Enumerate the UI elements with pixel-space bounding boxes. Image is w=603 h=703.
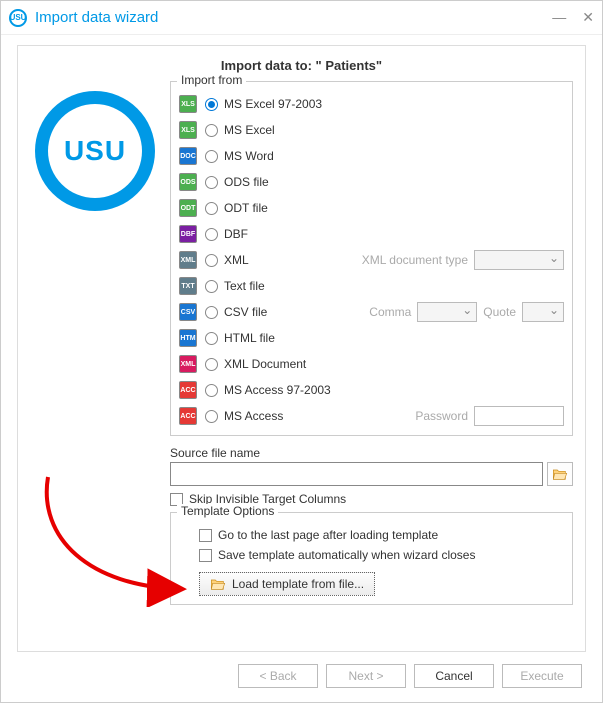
format-option[interactable]: HTM HTML file xyxy=(179,325,564,351)
import-from-fieldset: Import from XLSMS Excel 97-2003XLSMS Exc… xyxy=(170,81,573,436)
format-label: MS Excel 97-2003 xyxy=(224,97,322,111)
format-label: HTML file xyxy=(224,331,275,345)
format-label: MS Access 97-2003 xyxy=(224,383,331,397)
load-template-label: Load template from file... xyxy=(232,577,364,591)
back-button[interactable]: < Back xyxy=(238,664,318,688)
page-heading: Import data to: " Patients" xyxy=(30,58,573,73)
format-option[interactable]: XML XML Document xyxy=(179,351,564,377)
import-wizard-window: USU Import data wizard — ✕ Import data t… xyxy=(0,0,603,703)
xml-type-label: XML document type xyxy=(362,253,468,267)
wizard-panel: Import data to: " Patients" USU Import f… xyxy=(17,45,586,652)
format-option[interactable]: CSV CSV file Comma Quote xyxy=(179,299,564,325)
filetype-icon: DBF xyxy=(179,225,197,243)
goto-last-label: Go to the last page after loading templa… xyxy=(218,528,438,542)
filetype-icon: XLS xyxy=(179,121,197,139)
import-from-legend: Import from xyxy=(177,73,246,87)
template-options-legend: Template Options xyxy=(177,504,278,518)
password-label: Password xyxy=(415,409,468,423)
format-option[interactable]: XLS MS Excel 97-2003 xyxy=(179,91,564,117)
format-option[interactable]: DBF DBF xyxy=(179,221,564,247)
format-radio[interactable] xyxy=(205,202,218,215)
filetype-icon: TXT xyxy=(179,277,197,295)
format-radio[interactable] xyxy=(205,306,218,319)
folder-open-icon xyxy=(552,467,568,481)
format-option[interactable]: ACC MS Access Password xyxy=(179,403,564,429)
format-radio[interactable] xyxy=(205,228,218,241)
usu-logo: USU xyxy=(35,91,155,211)
execute-button[interactable]: Execute xyxy=(502,664,582,688)
format-option[interactable]: ODS ODS file xyxy=(179,169,564,195)
format-option[interactable]: TXT Text file xyxy=(179,273,564,299)
titlebar: USU Import data wizard — ✕ xyxy=(1,1,602,35)
format-label: CSV file xyxy=(224,305,267,319)
format-label: Text file xyxy=(224,279,265,293)
logo-column: USU xyxy=(30,81,160,615)
format-radio[interactable] xyxy=(205,410,218,423)
filetype-icon: XML xyxy=(179,251,197,269)
comma-combo[interactable] xyxy=(417,302,477,322)
filetype-icon: CSV xyxy=(179,303,197,321)
filetype-icon: XML xyxy=(179,355,197,373)
goto-last-row[interactable]: Go to the last page after loading templa… xyxy=(199,528,564,542)
source-file-input[interactable] xyxy=(170,462,543,486)
filetype-icon: ACC xyxy=(179,381,197,399)
autosave-row[interactable]: Save template automatically when wizard … xyxy=(199,548,564,562)
xml-type-combo[interactable] xyxy=(474,250,564,270)
autosave-label: Save template automatically when wizard … xyxy=(218,548,475,562)
format-option[interactable]: DOC MS Word xyxy=(179,143,564,169)
format-label: ODS file xyxy=(224,175,269,189)
format-radio[interactable] xyxy=(205,98,218,111)
format-option[interactable]: XML XML XML document type xyxy=(179,247,564,273)
quote-label: Quote xyxy=(483,305,516,319)
content: Import data to: " Patients" USU Import f… xyxy=(1,35,602,702)
password-input[interactable] xyxy=(474,406,564,426)
format-option[interactable]: XLS MS Excel xyxy=(179,117,564,143)
format-radio[interactable] xyxy=(205,280,218,293)
format-radio[interactable] xyxy=(205,254,218,267)
filetype-icon: ACC xyxy=(179,407,197,425)
autosave-checkbox[interactable] xyxy=(199,549,212,562)
filetype-icon: ODT xyxy=(179,199,197,217)
format-option[interactable]: ACC MS Access 97-2003 xyxy=(179,377,564,403)
format-label: ODT file xyxy=(224,201,268,215)
format-radio[interactable] xyxy=(205,150,218,163)
heading-suffix: " xyxy=(376,58,382,73)
filetype-icon: HTM xyxy=(179,329,197,347)
format-radio[interactable] xyxy=(205,332,218,345)
format-radio[interactable] xyxy=(205,176,218,189)
format-label: DBF xyxy=(224,227,248,241)
format-radio[interactable] xyxy=(205,384,218,397)
load-template-button[interactable]: Load template from file... xyxy=(199,572,375,596)
format-label: XML xyxy=(224,253,249,267)
minimize-icon[interactable]: — xyxy=(552,9,566,26)
goto-last-checkbox[interactable] xyxy=(199,529,212,542)
format-label: MS Access xyxy=(224,409,283,423)
heading-prefix: Import data to: " xyxy=(221,58,322,73)
heading-target: Patients xyxy=(322,58,376,73)
source-file-label: Source file name xyxy=(170,446,573,460)
filetype-icon: XLS xyxy=(179,95,197,113)
logo-text: USU xyxy=(64,135,126,167)
app-icon: USU xyxy=(9,9,27,27)
comma-label: Comma xyxy=(369,305,411,319)
cancel-button[interactable]: Cancel xyxy=(414,664,494,688)
wizard-buttons: < Back Next > Cancel Execute xyxy=(17,652,586,692)
format-label: XML Document xyxy=(224,357,306,371)
window-title: Import data wizard xyxy=(35,9,158,26)
folder-open-icon xyxy=(210,577,226,591)
format-label: MS Excel xyxy=(224,123,275,137)
filetype-icon: ODS xyxy=(179,173,197,191)
template-options-fieldset: Template Options Go to the last page aft… xyxy=(170,512,573,605)
format-label: MS Word xyxy=(224,149,274,163)
format-radio[interactable] xyxy=(205,358,218,371)
next-button[interactable]: Next > xyxy=(326,664,406,688)
quote-combo[interactable] xyxy=(522,302,564,322)
format-option[interactable]: ODT ODT file xyxy=(179,195,564,221)
format-radio[interactable] xyxy=(205,124,218,137)
filetype-icon: DOC xyxy=(179,147,197,165)
close-icon[interactable]: ✕ xyxy=(582,9,594,26)
browse-button[interactable] xyxy=(547,462,573,486)
